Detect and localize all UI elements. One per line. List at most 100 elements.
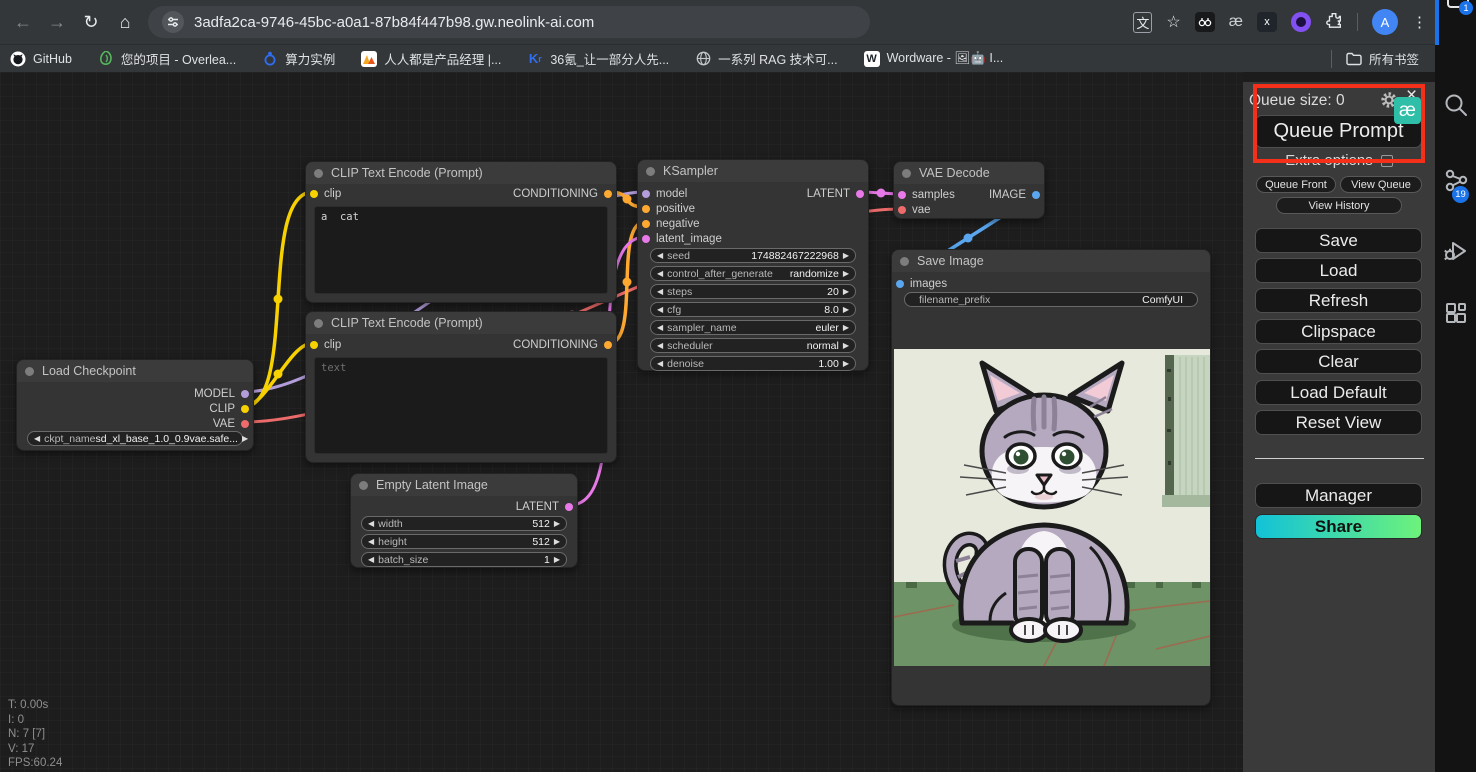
port-clip-in[interactable]: clip bbox=[306, 339, 341, 351]
port-model-in[interactable]: model bbox=[638, 188, 687, 200]
queue-front-button[interactable]: Queue Front bbox=[1256, 176, 1336, 193]
bookmark-pm-site[interactable]: 人人都是产品经理 |... bbox=[361, 49, 501, 68]
clip-port-dot[interactable] bbox=[241, 405, 249, 413]
all-bookmarks-folder[interactable]: 所有书签 bbox=[1346, 49, 1419, 68]
port-clip-in[interactable]: clip bbox=[306, 188, 341, 200]
port-latent-image-in[interactable]: latent_image bbox=[638, 233, 722, 245]
port-latent-out[interactable]: LATENT bbox=[807, 188, 868, 200]
node-title-bar[interactable]: CLIP Text Encode (Prompt) bbox=[306, 312, 616, 334]
node-title-bar[interactable]: Load Checkpoint bbox=[17, 360, 253, 382]
next-arrow-icon[interactable]: ▶ bbox=[242, 435, 248, 443]
width-widget[interactable]: ◀width512▶ bbox=[361, 516, 567, 531]
view-history-button[interactable]: View History bbox=[1276, 197, 1402, 214]
scheduler-widget[interactable]: ◀schedulernormal▶ bbox=[650, 338, 856, 353]
menu-kebab-icon[interactable]: ⋮ bbox=[1412, 13, 1427, 31]
node-clip-text-encode-positive[interactable]: CLIP Text Encode (Prompt) clip CONDITION… bbox=[305, 161, 617, 303]
prev-arrow-icon[interactable]: ◀ bbox=[34, 435, 40, 443]
node-title-bar[interactable]: Save Image bbox=[892, 250, 1210, 272]
x-extension-icon[interactable]: x bbox=[1257, 12, 1277, 32]
prompt-textarea[interactable]: a cat bbox=[314, 206, 608, 294]
bookmark-overleaf[interactable]: 您的项目 - Overlea... bbox=[98, 49, 236, 68]
node-title-bar[interactable]: Empty Latent Image bbox=[351, 474, 577, 496]
ae-extension-icon[interactable]: æ bbox=[1229, 13, 1243, 31]
node-title-bar[interactable]: CLIP Text Encode (Prompt) bbox=[306, 162, 616, 184]
refresh-button[interactable]: Refresh bbox=[1255, 288, 1422, 313]
node-empty-latent-image[interactable]: Empty Latent Image LATENT ◀width512▶ ◀he… bbox=[350, 473, 578, 568]
save-button[interactable]: Save bbox=[1255, 228, 1422, 253]
port-images-in[interactable]: images bbox=[892, 278, 947, 290]
prompt-textarea-placeholder[interactable]: text bbox=[314, 357, 608, 454]
load-button[interactable]: Load bbox=[1255, 258, 1422, 283]
port-model-out[interactable]: MODEL bbox=[194, 388, 253, 400]
port-samples-in[interactable]: samples bbox=[894, 189, 955, 201]
bookmark-compute-instance[interactable]: 算力实例 bbox=[262, 49, 335, 68]
load-default-button[interactable]: Load Default bbox=[1255, 380, 1422, 405]
manager-button[interactable]: Manager bbox=[1255, 483, 1422, 508]
clear-button[interactable]: Clear bbox=[1255, 349, 1422, 374]
height-widget[interactable]: ◀height512▶ bbox=[361, 534, 567, 549]
view-queue-button[interactable]: View Queue bbox=[1340, 176, 1422, 193]
home-icon[interactable]: ⌂ bbox=[108, 12, 142, 33]
image-port-dot[interactable] bbox=[1032, 191, 1040, 199]
port-conditioning-out[interactable]: CONDITIONING bbox=[513, 188, 616, 200]
model-port-dot[interactable] bbox=[642, 190, 650, 198]
node-graph-canvas[interactable]: Load Checkpoint MODEL CLIP VAE ◀ ckpt_na… bbox=[0, 72, 1243, 772]
conditioning-port-dot[interactable] bbox=[642, 220, 650, 228]
control-after-generate-widget[interactable]: ◀control_after_generaterandomize▶ bbox=[650, 266, 856, 281]
binoculars-extension-icon[interactable] bbox=[1195, 12, 1215, 32]
bookmark-star-icon[interactable]: ☆ bbox=[1166, 12, 1180, 32]
node-save-image[interactable]: Save Image images filename_prefix ComfyU… bbox=[891, 249, 1211, 706]
conditioning-port-dot[interactable] bbox=[642, 205, 650, 213]
steps-widget[interactable]: ◀steps20▶ bbox=[650, 284, 856, 299]
extra-options-checkbox[interactable] bbox=[1381, 155, 1393, 167]
model-port-dot[interactable] bbox=[241, 390, 249, 398]
clip-port-dot[interactable] bbox=[310, 190, 318, 198]
collapse-dot[interactable] bbox=[902, 169, 911, 178]
profile-avatar[interactable]: A bbox=[1372, 9, 1398, 35]
vae-port-dot[interactable] bbox=[898, 206, 906, 214]
collapse-dot[interactable] bbox=[314, 319, 323, 328]
search-sidebar-icon[interactable] bbox=[1443, 92, 1469, 118]
port-positive-in[interactable]: positive bbox=[638, 203, 695, 215]
site-settings-icon[interactable] bbox=[162, 11, 184, 33]
node-title-bar[interactable]: KSampler bbox=[638, 160, 868, 182]
collapse-dot[interactable] bbox=[646, 167, 655, 176]
back-icon[interactable]: ← bbox=[6, 12, 40, 33]
address-bar[interactable]: 3adfa2ca-9746-45bc-a0a1-87b84f447b98.gw.… bbox=[148, 6, 870, 38]
collapse-dot[interactable] bbox=[314, 169, 323, 178]
bookmark-github[interactable]: GitHub bbox=[10, 51, 72, 67]
node-title-bar[interactable]: VAE Decode bbox=[894, 162, 1044, 184]
latent-port-dot[interactable] bbox=[565, 503, 573, 511]
translate-icon[interactable]: 文 bbox=[1133, 12, 1152, 33]
debug-run-sidebar-icon[interactable] bbox=[1443, 238, 1469, 264]
bookmark-rag[interactable]: 一系列 RAG 技术可... bbox=[695, 49, 837, 68]
denoise-widget[interactable]: ◀denoise1.00▶ bbox=[650, 356, 856, 371]
latent-port-dot[interactable] bbox=[898, 191, 906, 199]
reset-view-button[interactable]: Reset View bbox=[1255, 410, 1422, 435]
image-port-dot[interactable] bbox=[896, 280, 904, 288]
port-vae-in[interactable]: vae bbox=[894, 204, 931, 216]
seed-widget[interactable]: ◀seed174882467222968▶ bbox=[650, 248, 856, 263]
port-negative-in[interactable]: negative bbox=[638, 218, 699, 230]
clip-port-dot[interactable] bbox=[310, 341, 318, 349]
forward-icon[interactable]: → bbox=[40, 12, 74, 33]
conditioning-port-dot[interactable] bbox=[604, 341, 612, 349]
port-clip-out[interactable]: CLIP bbox=[209, 403, 253, 415]
node-clip-text-encode-negative[interactable]: CLIP Text Encode (Prompt) clip CONDITION… bbox=[305, 311, 617, 463]
bookmark-36kr[interactable]: Kr 36氪_让一部分人先... bbox=[527, 49, 669, 68]
port-image-out[interactable]: IMAGE bbox=[989, 189, 1044, 201]
batch-size-widget[interactable]: ◀batch_size1▶ bbox=[361, 552, 567, 567]
port-latent-out[interactable]: LATENT bbox=[516, 501, 577, 513]
collapse-dot[interactable] bbox=[359, 481, 368, 490]
cfg-widget[interactable]: ◀cfg8.0▶ bbox=[650, 302, 856, 317]
port-conditioning-out[interactable]: CONDITIONING bbox=[513, 339, 616, 351]
extensions-puzzle-icon[interactable] bbox=[1325, 11, 1343, 34]
node-load-checkpoint[interactable]: Load Checkpoint MODEL CLIP VAE ◀ ckpt_na… bbox=[16, 359, 254, 451]
node-vae-decode[interactable]: VAE Decode samples vae IMAGE bbox=[893, 161, 1045, 219]
node-ksampler[interactable]: KSampler model positive negative latent_… bbox=[637, 159, 869, 371]
vae-port-dot[interactable] bbox=[241, 420, 249, 428]
ckpt-name-widget[interactable]: ◀ ckpt_name sd_xl_base_1.0_0.9vae.safe..… bbox=[27, 431, 243, 446]
bookmark-wordware[interactable]: W Wordware - 🖼🤖 I... bbox=[864, 51, 1004, 67]
collapse-dot[interactable] bbox=[900, 257, 909, 266]
clipspace-button[interactable]: Clipspace bbox=[1255, 319, 1422, 344]
